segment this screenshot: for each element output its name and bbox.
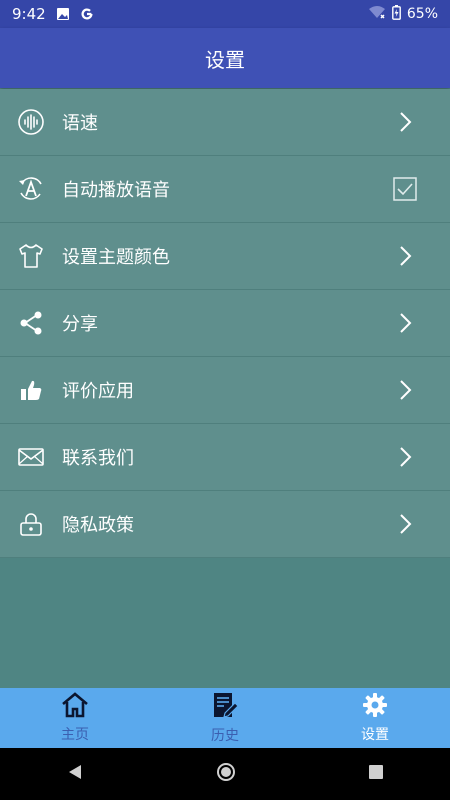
history-icon bbox=[211, 691, 239, 723]
chevron-right-icon bbox=[392, 310, 418, 336]
chevron-right-icon bbox=[392, 243, 418, 269]
status-time: 9:42 bbox=[12, 5, 46, 23]
mail-icon bbox=[16, 442, 46, 472]
settings-item-speech-rate[interactable]: 语速 bbox=[0, 89, 450, 156]
bottom-nav: 主页 历史 设置 bbox=[0, 688, 450, 748]
tab-settings[interactable]: 设置 bbox=[300, 688, 450, 748]
app-bar: 设置 bbox=[0, 28, 450, 88]
chevron-right-icon bbox=[392, 377, 418, 403]
thumbs-up-icon bbox=[16, 375, 46, 405]
settings-item-label: 评价应用 bbox=[62, 381, 134, 402]
settings-item-contact-us[interactable]: 联系我们 bbox=[0, 424, 450, 491]
chevron-right-icon bbox=[392, 511, 418, 537]
tab-home[interactable]: 主页 bbox=[0, 688, 150, 748]
status-bar: 9:42 65% bbox=[0, 0, 450, 28]
lock-icon bbox=[16, 509, 46, 539]
settings-item-label: 联系我们 bbox=[62, 448, 134, 469]
wifi-icon bbox=[368, 5, 386, 23]
battery-icon bbox=[391, 4, 401, 24]
share-icon bbox=[16, 308, 46, 338]
chevron-right-icon bbox=[392, 109, 418, 135]
settings-item-share[interactable]: 分享 bbox=[0, 290, 450, 357]
home-icon bbox=[61, 692, 89, 722]
settings-item-label: 设置主题颜色 bbox=[62, 247, 170, 268]
tab-label: 设置 bbox=[361, 727, 389, 743]
battery-percent: 65% bbox=[406, 6, 438, 22]
back-icon[interactable] bbox=[66, 763, 84, 785]
settings-item-privacy-policy[interactable]: 隐私政策 bbox=[0, 491, 450, 558]
tab-label: 主页 bbox=[61, 727, 89, 743]
image-icon bbox=[56, 7, 70, 21]
settings-item-label: 隐私政策 bbox=[62, 515, 134, 536]
settings-list: 语速 自动播放语音 设置主题颜色 分享 评价应用 联系我们 隐私政策 bbox=[0, 89, 450, 558]
settings-item-auto-play[interactable]: 自动播放语音 bbox=[0, 156, 450, 223]
google-icon bbox=[80, 7, 94, 21]
settings-item-label: 语速 bbox=[62, 113, 98, 134]
home-circle-icon[interactable] bbox=[216, 762, 236, 786]
tab-label: 历史 bbox=[211, 728, 239, 744]
recents-icon[interactable] bbox=[368, 764, 384, 784]
auto-play-checkbox[interactable] bbox=[392, 176, 418, 202]
auto-play-icon bbox=[16, 174, 46, 204]
system-nav-bar bbox=[0, 748, 450, 800]
page-title: 设置 bbox=[205, 47, 245, 72]
settings-item-theme-color[interactable]: 设置主题颜色 bbox=[0, 223, 450, 290]
shirt-icon bbox=[16, 241, 46, 271]
chevron-right-icon bbox=[392, 444, 418, 470]
voice-wave-icon bbox=[16, 107, 46, 137]
settings-item-label: 分享 bbox=[62, 314, 98, 335]
settings-item-label: 自动播放语音 bbox=[62, 180, 170, 201]
gear-icon bbox=[362, 692, 388, 722]
tab-history[interactable]: 历史 bbox=[150, 688, 300, 748]
settings-item-rate-app[interactable]: 评价应用 bbox=[0, 357, 450, 424]
